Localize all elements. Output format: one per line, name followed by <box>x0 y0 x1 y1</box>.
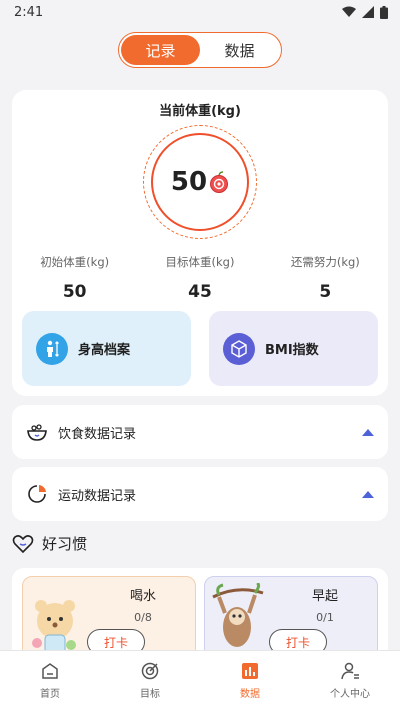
apple-icon <box>210 171 229 193</box>
height-profile-tile[interactable]: 身高档案 <box>22 311 191 386</box>
heart-icon <box>12 534 34 553</box>
current-weight-title: 当前体重(kg) <box>159 104 241 119</box>
weight-ring[interactable]: 50 <box>151 133 249 231</box>
stat-label: 还需努力(kg) <box>290 255 360 269</box>
stat-value: 45 <box>188 282 212 302</box>
stat-value: 50 <box>62 282 87 302</box>
current-weight-value: 50 <box>170 167 208 197</box>
habit-count: 0/8 <box>134 611 152 624</box>
weight-stats: 初始体重(kg) 50 目标体重(kg) 45 还需努力(kg) 5 <box>12 254 388 302</box>
status-time: 2:41 <box>14 4 44 20</box>
stat-remaining-weight: 还需努力(kg) 5 <box>263 254 388 302</box>
person-height-icon <box>36 332 68 365</box>
tab-label: 首页 <box>40 689 60 700</box>
home-icon <box>42 663 58 679</box>
battery-icon <box>380 5 388 19</box>
bar-chart-icon <box>242 663 258 679</box>
bowl-icon <box>26 421 48 443</box>
tab-home[interactable]: 首页 <box>0 651 100 712</box>
stat-label: 目标体重(kg) <box>165 255 235 269</box>
exercise-record-label: 运动数据记录 <box>58 488 137 504</box>
habits-header: 好习惯 <box>12 533 87 554</box>
view-segmented-control: 记录 数据 <box>118 32 282 68</box>
tab-label: 目标 <box>140 689 160 700</box>
tab-data[interactable]: 数据 <box>200 651 300 712</box>
target-icon <box>141 662 159 680</box>
status-bar: 2:41 <box>0 0 400 24</box>
expand-up-icon[interactable] <box>362 490 374 498</box>
tab-goal[interactable]: 目标 <box>100 651 200 712</box>
tab-profile[interactable]: 个人中心 <box>300 651 400 712</box>
tab-label: 数据 <box>240 689 260 700</box>
bottom-tab-bar: 首页 目标 数据 个人中心 <box>0 650 400 712</box>
segment-record[interactable]: 记录 <box>121 35 200 65</box>
segment-data[interactable]: 数据 <box>200 35 279 65</box>
bmi-tile[interactable]: BMI指数 <box>209 311 378 386</box>
height-profile-label: 身高档案 <box>78 343 131 358</box>
weight-card: 当前体重(kg) 50 初始体重(kg) 50 目标体重(kg) 45 还需努力… <box>12 90 388 396</box>
exercise-record-row[interactable]: 运动数据记录 <box>12 467 388 521</box>
habits-title: 好习惯 <box>42 535 88 553</box>
expand-up-icon[interactable] <box>362 428 374 436</box>
habit-count: 0/1 <box>316 611 334 624</box>
stat-target-weight: 目标体重(kg) 45 <box>137 254 262 302</box>
stat-initial-weight: 初始体重(kg) 50 <box>12 254 137 302</box>
bmi-label: BMI指数 <box>265 343 319 358</box>
wifi-icon <box>342 6 356 17</box>
user-icon <box>341 662 359 680</box>
stat-value: 5 <box>319 282 332 302</box>
status-icons <box>342 5 388 19</box>
bmi-cube-icon <box>223 332 255 365</box>
habit-name: 早起 <box>311 589 338 604</box>
tab-label: 个人中心 <box>330 689 370 700</box>
signal-icon <box>362 6 374 18</box>
pie-chart-icon <box>26 483 48 505</box>
diet-record-row[interactable]: 饮食数据记录 <box>12 405 388 459</box>
habit-name: 喝水 <box>129 589 156 604</box>
stat-label: 初始体重(kg) <box>40 255 110 269</box>
diet-record-label: 饮食数据记录 <box>58 426 137 442</box>
